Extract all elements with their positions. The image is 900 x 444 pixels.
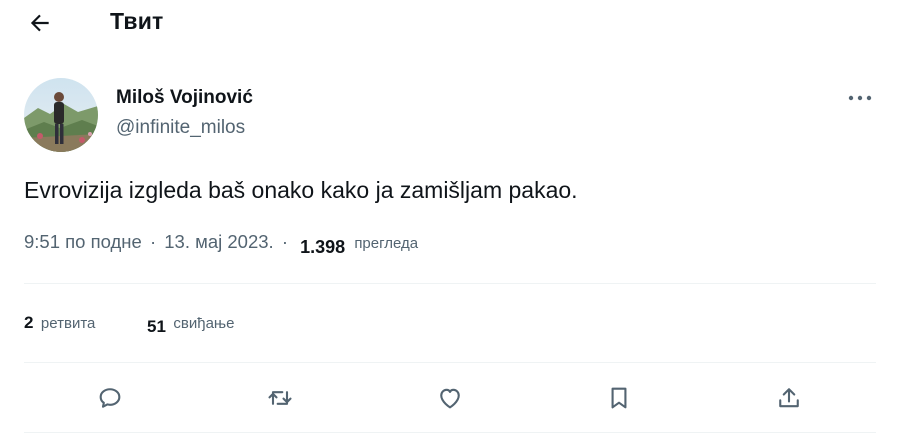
divider	[24, 362, 876, 363]
back-button[interactable]	[24, 7, 56, 39]
author-name[interactable]: Miloš Vojinović	[116, 87, 253, 109]
share-upload-icon	[779, 388, 799, 408]
meta-separator: ·	[149, 231, 157, 252]
more-horizontal-icon	[848, 95, 872, 101]
divider	[24, 283, 876, 284]
tweet-time[interactable]: 9:51 по подне	[24, 231, 142, 252]
divider	[24, 432, 876, 433]
heart-icon	[440, 388, 460, 409]
tweet-date[interactable]: 13. мај 2023.	[164, 231, 273, 252]
views-count: 1.398	[300, 237, 346, 257]
likes-count: 51	[147, 317, 166, 336]
more-button[interactable]	[843, 88, 877, 108]
likes-stat[interactable]: 51 свиђање	[147, 315, 235, 337]
page-title: Твит	[110, 8, 164, 34]
meta-separator: ·	[281, 231, 288, 252]
like-button[interactable]	[430, 378, 470, 418]
arrow-left-icon	[30, 14, 49, 32]
avatar-photo	[24, 78, 98, 152]
retweet-button[interactable]	[260, 378, 300, 418]
avatar[interactable]	[24, 78, 98, 152]
reply-button[interactable]	[90, 378, 130, 418]
views-label: прегледа	[354, 235, 419, 252]
tweet-page: Твит Miloš Vojinović @infinite_milos Evr…	[0, 0, 900, 444]
bookmark-button[interactable]	[599, 378, 639, 418]
retweets-stat[interactable]: 2 ретвита	[24, 313, 95, 333]
author-handle[interactable]: @infinite_milos	[116, 117, 245, 139]
retweet-icon	[268, 391, 292, 405]
tweet-meta: 9:51 по подне · 13. мај 2023. · 1.398 пр…	[24, 231, 419, 257]
reply-bubble-icon	[99, 388, 121, 408]
retweets-label: ретвита	[40, 315, 96, 332]
tweet-text: Evrovizija izgleda baš onako kako ja zam…	[24, 177, 578, 203]
retweets-count: 2	[24, 313, 34, 332]
bookmark-icon	[611, 387, 627, 409]
share-button[interactable]	[769, 378, 809, 418]
top-header: Твит	[0, 0, 900, 50]
likes-label: свиђање	[173, 315, 235, 332]
